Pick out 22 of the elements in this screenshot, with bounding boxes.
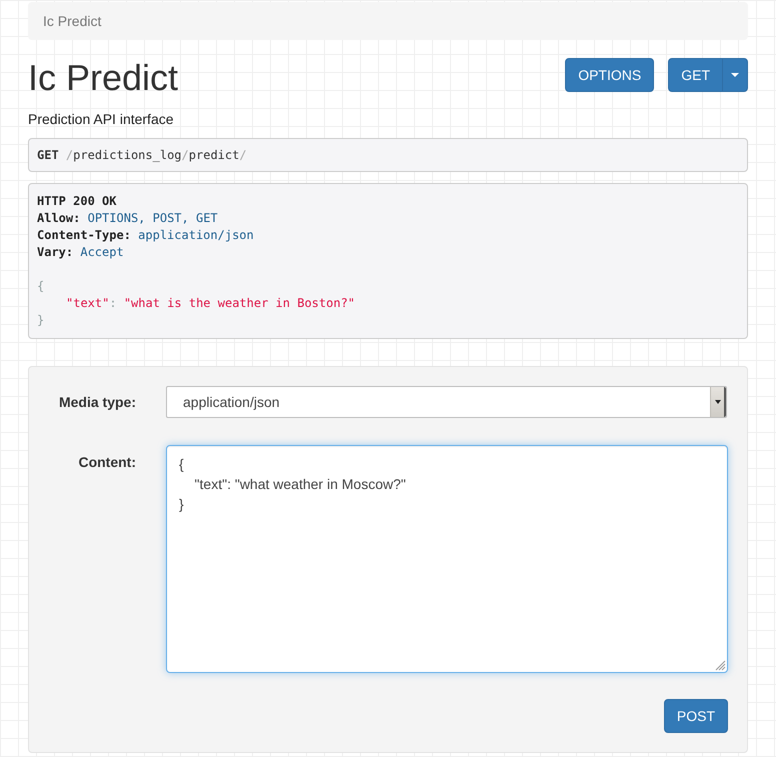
page-description: Prediction API interface xyxy=(28,110,174,129)
dropdown-toggle[interactable] xyxy=(722,58,748,92)
post-button[interactable]: POST xyxy=(664,699,728,733)
response-header-line: Content-Type: application/json xyxy=(37,227,254,244)
breadcrumb-item[interactable]: Ic Predict xyxy=(43,11,102,31)
response-header-line: Vary: Accept xyxy=(37,244,124,261)
json-brace: { xyxy=(37,278,44,295)
options-button[interactable]: OPTIONS xyxy=(565,58,654,92)
content-textarea[interactable]: { "text": "what weather in Moscow?" } xyxy=(166,445,728,673)
request-path: /predictions_log/predict/ xyxy=(66,147,247,164)
method-button[interactable]: GET xyxy=(668,58,723,92)
page-title: Ic Predict xyxy=(28,58,178,98)
media-type-select[interactable]: application/json xyxy=(166,386,727,418)
json-field: "text": "what is the weather in Boston?" xyxy=(66,295,356,312)
json-brace: } xyxy=(37,312,44,329)
caret-icon xyxy=(731,73,739,77)
response-status: HTTP 200 OK xyxy=(37,193,116,210)
field-label: Content: xyxy=(77,453,136,472)
field-label: Media type: xyxy=(58,393,136,412)
response-header-line: Allow: OPTIONS, POST, GET xyxy=(37,210,218,227)
request-method: GET xyxy=(37,147,59,164)
resize-handle-icon[interactable] xyxy=(714,659,726,671)
